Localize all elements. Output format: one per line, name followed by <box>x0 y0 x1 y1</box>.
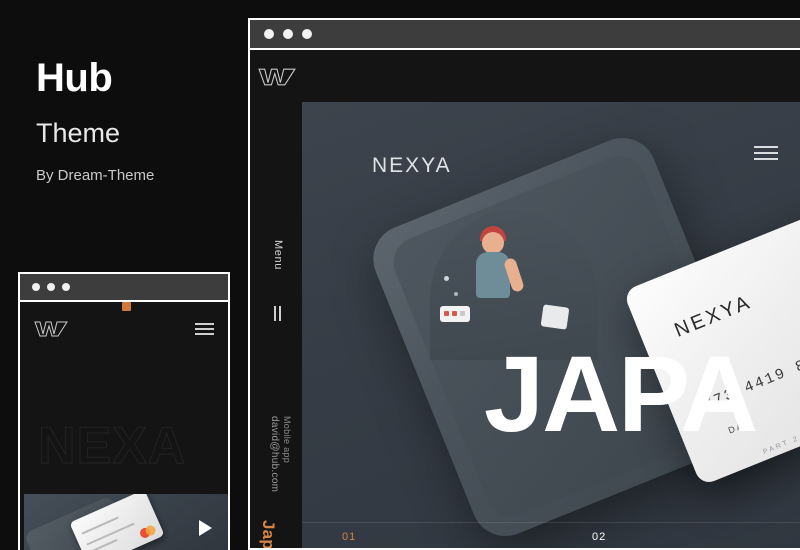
author-byline: By Dream-Theme <box>36 167 155 184</box>
mastercard-logo-icon <box>138 523 158 540</box>
play-button-icon[interactable] <box>199 520 212 536</box>
window-dot-maximize-icon[interactable] <box>62 283 70 291</box>
hero-headline: JAPA <box>484 333 758 454</box>
sidebar-project-name: Japay App <box>258 520 278 548</box>
mobile-preview-card[interactable]: NEXA <box>18 272 230 550</box>
site-sidebar: Menu david@hub.com Mobile app Japay App <box>250 50 302 548</box>
pagination-item-02[interactable]: 02 <box>592 531 606 543</box>
hero-slide: NEXYA NEXYA 7773 4419 877 DA PART 2 JAPA… <box>302 102 800 548</box>
theme-info-panel: Hub Theme By Dream-Theme NEXA <box>0 0 240 550</box>
mobile-accent-marker <box>122 302 131 311</box>
menu-bars-icon[interactable] <box>274 306 281 321</box>
browser-viewport: Menu david@hub.com Mobile app Japay App … <box>250 50 800 548</box>
phone-notch <box>410 120 484 127</box>
sidebar-menu-label[interactable]: Menu <box>272 240 284 270</box>
slide-pagination: 01 02 <box>302 522 800 548</box>
desktop-preview-window[interactable]: Menu david@hub.com Mobile app Japay App … <box>248 18 800 550</box>
hamburger-menu-icon[interactable] <box>195 323 214 335</box>
hub-logo-icon[interactable] <box>34 321 68 337</box>
pagination-item-01[interactable]: 01 <box>342 531 356 543</box>
sidebar-email[interactable]: david@hub.com <box>269 416 280 492</box>
window-dot-minimize-icon[interactable] <box>47 283 55 291</box>
mobile-site-header <box>20 312 228 346</box>
phone-screen-brand: NEXYA <box>372 154 452 177</box>
mobile-preview-viewport: NEXA <box>20 302 228 550</box>
credit-card-mockup <box>69 494 165 550</box>
mobile-hero-image <box>24 494 228 550</box>
mobile-preview-titlebar <box>20 274 228 302</box>
mobile-hero-text: NEXA <box>37 417 187 475</box>
screenshot-root: Hub Theme By Dream-Theme NEXA Menu david… <box>0 0 800 550</box>
window-dot-close-icon[interactable] <box>32 283 40 291</box>
phone-hamburger-icon <box>754 146 778 160</box>
window-dot-close-icon[interactable] <box>264 29 274 39</box>
page-subtitle: Theme <box>36 118 121 148</box>
sidebar-project-type: Mobile app <box>282 416 292 464</box>
page-title: Hub <box>36 56 113 100</box>
window-dot-maximize-icon[interactable] <box>302 29 312 39</box>
hub-logo-icon[interactable] <box>258 68 296 91</box>
browser-titlebar <box>250 20 800 50</box>
window-dot-minimize-icon[interactable] <box>283 29 293 39</box>
